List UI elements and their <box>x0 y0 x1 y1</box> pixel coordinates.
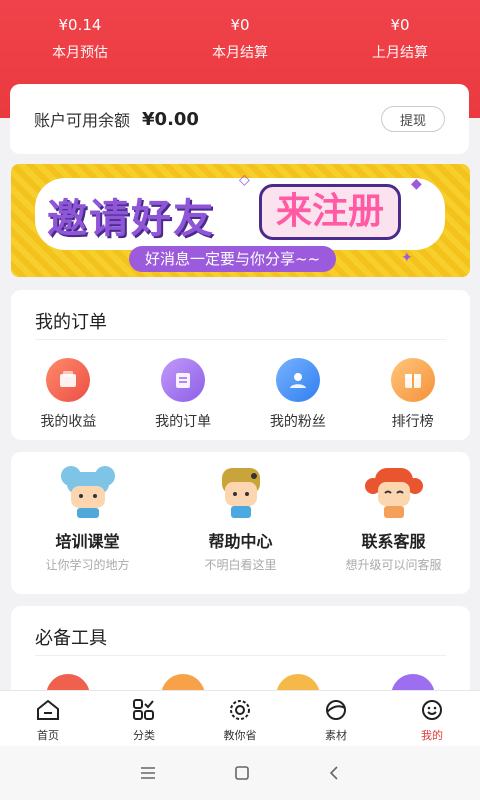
help-card: 培训课堂 让你学习的地方 帮助中心 不明白看这里 联系客服 想升级可以问客服 <box>11 452 470 594</box>
help-desc: 让你学习的地方 <box>45 558 130 572</box>
help-service[interactable]: 联系客服 想升级可以问客服 <box>317 464 470 573</box>
diamond-icon: ◇ <box>239 172 250 188</box>
system-nav-bar <box>0 746 480 800</box>
orders-card: 我的订单 我的收益 我的订单 我的粉丝 排行榜 <box>11 290 470 440</box>
help-name: 培训课堂 <box>55 532 120 551</box>
save-icon <box>230 700 250 720</box>
bottom-tabbar: 首页 分类 教你省 素材 我的 <box>0 690 480 746</box>
tab-category[interactable]: 分类 <box>96 691 192 746</box>
banner-title: 邀请好友 <box>47 196 215 242</box>
help-desc: 不明白看这里 <box>204 558 277 572</box>
stat-value: ¥0 <box>230 16 250 34</box>
training-avatar-icon <box>60 466 115 518</box>
tab-label: 分类 <box>133 729 155 742</box>
stat-label: 本月预估 <box>52 45 108 61</box>
material-icon <box>326 700 346 720</box>
tab-label: 首页 <box>37 729 59 742</box>
stat-last-month-settled[interactable]: ¥0 上月结算 <box>320 14 480 62</box>
balance-label: 账户可用余额 <box>34 111 131 130</box>
menu-fans[interactable]: 我的粉丝 <box>241 358 356 431</box>
stat-label: 上月结算 <box>372 45 428 61</box>
tab-label: 我的 <box>421 729 443 742</box>
profile-icon <box>422 700 442 720</box>
tab-save[interactable]: 教你省 <box>192 691 288 746</box>
tab-label: 素材 <box>325 729 347 742</box>
help-name: 联系客服 <box>361 532 426 551</box>
help-center[interactable]: 帮助中心 不明白看这里 <box>164 464 317 573</box>
fans-icon <box>275 358 320 402</box>
help-name: 帮助中心 <box>208 532 273 551</box>
tab-profile[interactable]: 我的 <box>384 691 480 746</box>
stat-label: 本月结算 <box>212 45 268 61</box>
stat-value: ¥0.14 <box>58 16 102 34</box>
service-avatar-icon <box>364 468 423 518</box>
ranking-icon <box>390 358 435 402</box>
menu-icon[interactable] <box>139 766 157 780</box>
category-icon <box>133 699 154 720</box>
invite-banner[interactable]: ◇ ◆ ✦ 邀请好友 来注册 好消息一定要与你分享~~ <box>11 164 470 277</box>
menu-income[interactable]: 我的收益 <box>11 358 126 431</box>
banner-highlight: 来注册 <box>259 184 402 240</box>
menu-ranking[interactable]: 排行榜 <box>355 358 470 431</box>
tab-material[interactable]: 素材 <box>288 691 384 746</box>
orders-title: 我的订单 <box>35 312 107 333</box>
stat-value: ¥0 <box>390 16 410 34</box>
home-button-icon[interactable] <box>234 765 250 781</box>
balance-card: 账户可用余额 ¥0.00 提现 <box>10 84 469 154</box>
help-training[interactable]: 培训课堂 让你学习的地方 <box>11 464 164 573</box>
orders-icon <box>161 358 206 402</box>
back-icon[interactable] <box>327 765 341 781</box>
withdraw-button[interactable]: 提现 <box>381 106 445 132</box>
menu-orders[interactable]: 我的订单 <box>126 358 241 431</box>
tools-title: 必备工具 <box>35 628 107 649</box>
stat-month-settled[interactable]: ¥0 本月结算 <box>160 14 320 62</box>
help-avatar-icon <box>221 468 260 518</box>
sparkle-icon: ✦ <box>401 250 413 266</box>
menu-label: 我的粉丝 <box>269 414 326 430</box>
income-icon <box>46 358 91 402</box>
tab-home[interactable]: 首页 <box>0 691 96 746</box>
home-icon <box>37 699 59 720</box>
banner-subtitle: 好消息一定要与你分享~~ <box>129 246 337 272</box>
tab-label: 教你省 <box>223 729 257 742</box>
menu-label: 我的订单 <box>155 414 212 430</box>
balance-amount: ¥0.00 <box>142 108 199 130</box>
diamond-icon: ◆ <box>411 176 422 192</box>
help-desc: 想升级可以问客服 <box>345 558 442 572</box>
menu-label: 我的收益 <box>40 414 97 430</box>
menu-label: 排行榜 <box>391 414 434 430</box>
stat-month-estimate[interactable]: ¥0.14 本月预估 <box>0 14 160 62</box>
